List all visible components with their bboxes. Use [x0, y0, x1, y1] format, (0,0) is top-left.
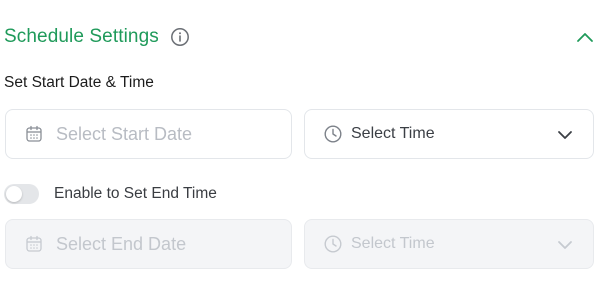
start-date-field[interactable]: [5, 109, 292, 159]
section-header: Schedule Settings: [4, 24, 190, 50]
chevron-down-icon: [555, 235, 575, 255]
toggle-knob: [6, 186, 22, 202]
start-section-label: Set Start Date & Time: [4, 74, 154, 91]
start-date-input[interactable]: [56, 123, 256, 145]
chevron-down-icon[interactable]: [555, 125, 575, 145]
end-time-toggle-label: Enable to Set End Time: [54, 185, 217, 202]
calendar-icon: [25, 125, 43, 143]
clock-icon: [324, 125, 342, 143]
end-date-field: [5, 219, 292, 269]
info-icon[interactable]: [170, 27, 190, 47]
section-title: Schedule Settings: [4, 26, 159, 47]
end-date-input: [56, 233, 256, 255]
chevron-up-icon[interactable]: [574, 27, 596, 49]
clock-icon: [324, 235, 342, 253]
start-time-value: Select Time: [351, 125, 435, 142]
end-time-toggle-row: Enable to Set End Time: [4, 183, 217, 205]
calendar-icon: [25, 235, 43, 253]
end-time-value: Select Time: [351, 235, 435, 252]
end-time-select: Select Time: [304, 219, 594, 269]
end-time-toggle[interactable]: [4, 184, 39, 204]
start-time-select[interactable]: Select Time: [304, 109, 594, 159]
schedule-settings-panel: Schedule Settings Set Start Date & Time: [0, 0, 616, 302]
